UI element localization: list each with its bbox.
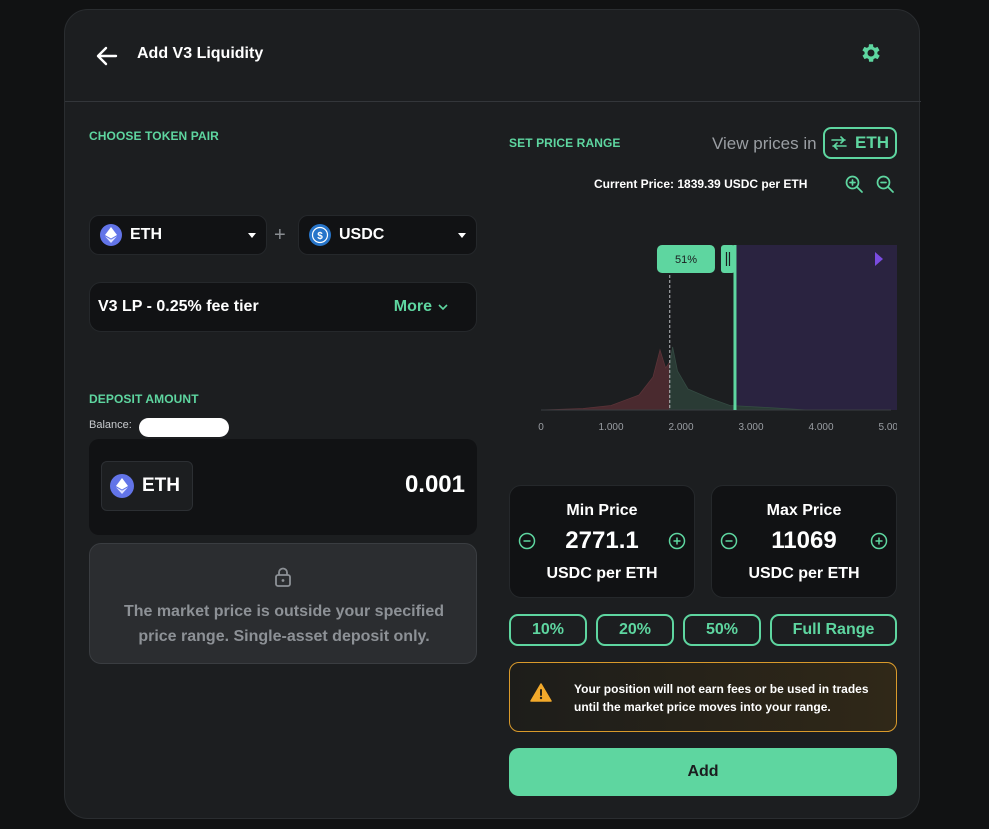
warning-line-1: Your position will not earn fees or be u… — [574, 682, 869, 696]
eth-icon — [110, 474, 134, 498]
header: Add V3 Liquidity — [65, 10, 921, 102]
view-prices-token: ETH — [855, 133, 889, 152]
min-price-value[interactable]: 2771.1 — [510, 527, 694, 555]
max-price-title: Max Price — [766, 502, 842, 519]
gear-icon[interactable] — [859, 41, 883, 65]
view-prices-label: View prices in — [712, 134, 817, 153]
preset-10-button[interactable]: 10% — [509, 614, 587, 646]
zoom-in-icon[interactable] — [844, 174, 864, 194]
x-tick-label: 0 — [538, 422, 544, 430]
zoom-out-icon[interactable] — [875, 174, 895, 194]
x-tick-label: 3,000 — [738, 422, 763, 430]
x-tick-label: 1,000 — [598, 422, 623, 430]
page-title: Add V3 Liquidity — [137, 45, 264, 62]
preset-20-button[interactable]: 20% — [596, 614, 674, 646]
plus-separator: + — [274, 224, 286, 246]
plus-circle-icon[interactable] — [870, 532, 888, 550]
deposit-amount-label: DEPOSIT AMOUNT — [89, 392, 199, 406]
chevron-down-icon — [248, 232, 256, 238]
token-a-label: ETH — [130, 226, 162, 243]
eth-icon — [100, 224, 122, 246]
balance-redacted — [139, 418, 229, 437]
lock-message: The market price is outside your specifi… — [123, 603, 445, 645]
usdc-icon: $ — [309, 224, 331, 246]
current-price: Current Price: 1839.39 USDC per ETH — [594, 177, 808, 191]
token-b-select[interactable]: $ USDC — [298, 215, 477, 255]
x-tick-label: 2,000 — [668, 422, 693, 430]
single-asset-notice: The market price is outside your specifi… — [89, 543, 477, 664]
add-button[interactable]: Add — [509, 748, 897, 796]
x-tick-label: 4,000 — [808, 422, 833, 430]
lock-icon — [275, 567, 291, 587]
token-a-select[interactable]: ETH — [89, 215, 267, 255]
preset-50-button[interactable]: 50% — [683, 614, 761, 646]
add-liquidity-card: Add V3 Liquidity CHOOSE TOKEN PAIR ETH +… — [64, 9, 921, 819]
warning-line-2: until the market price moves into your r… — [574, 700, 831, 714]
swap-arrows-icon — [831, 136, 847, 150]
range-handle[interactable] — [720, 245, 735, 273]
balance-label: Balance: — [89, 419, 132, 431]
chevron-down-icon — [438, 303, 448, 310]
warning-icon — [530, 683, 552, 702]
chevron-down-icon — [458, 232, 466, 238]
max-price-value[interactable]: 11069 — [712, 527, 896, 555]
out-of-range-warning: Your position will not earn fees or be u… — [509, 662, 897, 732]
deposit-panel: ETH — [89, 439, 477, 535]
preset-full-range-button[interactable]: Full Range — [770, 614, 897, 646]
deposit-token-chip: ETH — [101, 461, 193, 511]
more-label: More — [393, 298, 432, 315]
selected-range-area — [734, 245, 897, 410]
fee-tier-select[interactable]: V3 LP - 0.25% fee tier More — [89, 282, 477, 332]
liquidity-area-left — [540, 348, 671, 411]
max-price-box: Max Price 11069 USDC per ETH — [711, 485, 897, 598]
handle-percent-label: 51% — [675, 254, 697, 266]
deposit-amount-input[interactable] — [265, 471, 465, 499]
plus-circle-icon[interactable] — [668, 532, 686, 550]
fee-tier-label: V3 LP - 0.25% fee tier — [98, 298, 259, 315]
min-price-box: Min Price 2771.1 USDC per ETH — [509, 485, 695, 598]
token-b-label: USDC — [339, 226, 385, 243]
choose-token-pair-label: CHOOSE TOKEN PAIR — [89, 129, 219, 143]
more-button[interactable]: More — [394, 298, 448, 316]
view-prices-toggle[interactable]: ETH — [823, 127, 897, 159]
price-range-chart[interactable]: 51% 0 1,000 2,000 3,000 4,000 5,000 — [535, 230, 897, 430]
back-arrow-icon[interactable] — [93, 42, 121, 70]
set-price-range-label: SET PRICE RANGE — [509, 136, 621, 150]
max-price-unit: USDC per ETH — [748, 565, 860, 582]
x-tick-label: 5,000 — [878, 422, 897, 430]
min-price-unit: USDC per ETH — [546, 565, 658, 582]
warning-text: Your position will not earn fees or be u… — [574, 680, 869, 716]
svg-text:$: $ — [317, 231, 323, 242]
deposit-token-label: ETH — [142, 475, 180, 496]
min-price-title: Min Price — [566, 502, 638, 519]
